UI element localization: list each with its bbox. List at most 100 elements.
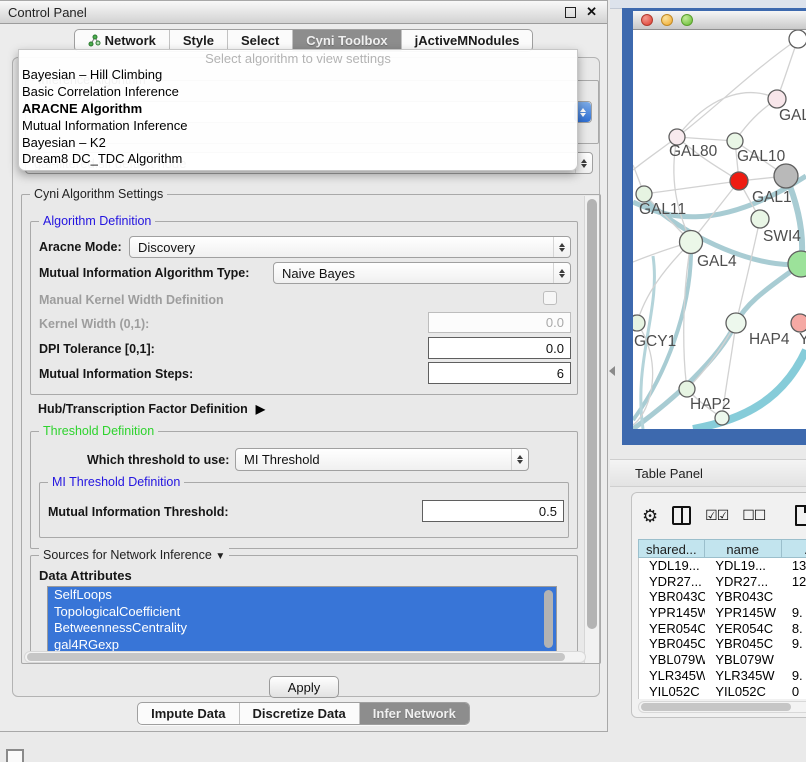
table-cell: YPR145W <box>639 605 705 621</box>
table-cell: 9. <box>782 668 806 684</box>
table-panel-titlebar: Table Panel <box>610 459 806 487</box>
unchecked-boxes-icon[interactable]: ☐☐ <box>742 507 765 524</box>
zoom-traffic-light-icon[interactable] <box>681 14 693 26</box>
mi-algorithm-type-combobox[interactable]: Naive Bayes <box>273 262 571 284</box>
table-column-header[interactable]: name <box>705 539 782 558</box>
combo-stepper-icon[interactable] <box>553 237 570 257</box>
collapse-arrow-icon[interactable]: ▼ <box>215 551 225 562</box>
table-hscrollbar[interactable] <box>638 701 806 713</box>
attribute-list-item[interactable]: TopologicalCoefficient <box>48 604 556 621</box>
apply-button-label: Apply <box>288 680 321 695</box>
checked-boxes-icon[interactable]: ☑☑ <box>705 507 728 524</box>
table-row[interactable]: YER054CYER054C8. <box>639 621 806 637</box>
algorithm-option[interactable]: Bayesian – Hill Climbing <box>19 67 577 84</box>
list-vscrollbar-thumb[interactable] <box>544 590 553 648</box>
mi-threshold-definition-title: MI Threshold Definition <box>48 475 184 489</box>
network-node[interactable] <box>715 411 729 425</box>
algorithm-option[interactable]: Bayesian – K2 <box>19 135 577 152</box>
table-cell: YBL079W <box>705 652 781 668</box>
float-window-icon[interactable] <box>565 7 576 18</box>
aracne-mode-combobox[interactable]: Discovery <box>129 236 571 258</box>
tab-infer-network[interactable]: Infer Network <box>359 703 469 724</box>
table-row[interactable]: YBR045CYBR045C9. <box>639 636 806 652</box>
settings-vscrollbar-thumb[interactable] <box>587 199 597 629</box>
network-node-gal[interactable] <box>768 90 786 108</box>
combo-stepper-icon[interactable] <box>553 263 570 283</box>
close-traffic-light-icon[interactable] <box>641 14 653 26</box>
network-node[interactable] <box>774 164 798 188</box>
tab-network[interactable]: Network <box>75 30 169 51</box>
tab-cyni-toolbox[interactable]: Cyni Toolbox <box>292 30 400 51</box>
network-node-swi4[interactable] <box>751 210 769 228</box>
table-row[interactable]: YIL052CYIL052C0 <box>639 684 806 700</box>
table-row[interactable]: YLR345WYLR345W9. <box>639 668 806 684</box>
table-panel-box: ⚙ ☑☑ ☐☐ shared...nameA YDL19...YDL19...1… <box>631 492 806 718</box>
tab-jactivemnodules[interactable]: jActiveMNodules <box>401 30 533 51</box>
which-threshold-combobox[interactable]: MI Threshold <box>235 448 529 471</box>
kernel-width-field[interactable]: 0.0 <box>428 312 571 333</box>
tab-discretize-data[interactable]: Discretize Data <box>239 703 359 724</box>
network-node-gal4[interactable] <box>680 231 703 254</box>
gear-icon[interactable]: ⚙ <box>642 507 658 525</box>
table-column-header[interactable]: shared... <box>638 539 705 558</box>
network-node-gcy1[interactable] <box>633 315 645 331</box>
table-column-header[interactable]: A <box>782 539 806 558</box>
settings-hscrollbar-thumb[interactable] <box>27 653 565 661</box>
dpi-tolerance-field[interactable]: 0.0 <box>428 337 571 359</box>
settings-hscrollbar[interactable] <box>24 651 586 663</box>
sources-group-title: Sources for Network Inference ▼ <box>39 548 229 562</box>
table-row[interactable]: YDL19...YDL19...13 <box>639 558 806 574</box>
network-node-hap2[interactable] <box>679 381 695 397</box>
expander-arrow-icon[interactable]: ▶ <box>256 402 265 416</box>
manual-kernel-width-checkbox[interactable] <box>543 291 557 305</box>
network-canvas[interactable]: GALGAL80GAL10GAL1GAL11SWI4GAL4GCY1HAP4YH… <box>633 30 806 429</box>
algorithm-option[interactable]: ARACNE Algorithm <box>19 101 577 118</box>
dpi-tolerance-value: 0.0 <box>546 341 564 356</box>
table-cell: YIL052C <box>705 684 781 700</box>
algorithm-definition-group: Algorithm Definition Aracne Mode: Discov… <box>30 221 578 395</box>
table-row[interactable]: YBR043CYBR043C <box>639 589 806 605</box>
tab-style[interactable]: Style <box>169 30 227 51</box>
network-node-gal1[interactable] <box>730 172 748 190</box>
network-node-gal10[interactable] <box>727 133 743 149</box>
node-label: HAP2 <box>690 396 731 413</box>
table-row[interactable]: YDR27...YDR27...12 <box>639 574 806 590</box>
mi-steps-label: Mutual Information Steps: <box>39 367 193 381</box>
combo-stepper-icon[interactable] <box>511 449 528 470</box>
attribute-list-item[interactable]: gal4RGexp <box>48 637 556 653</box>
columns-icon[interactable] <box>672 506 691 525</box>
table-row[interactable]: YPR145WYPR145W9. <box>639 605 806 621</box>
network-node-gal11[interactable] <box>636 186 652 202</box>
close-icon[interactable]: ✕ <box>586 7 597 17</box>
algorithm-option[interactable]: Mutual Information Inference <box>19 118 577 135</box>
aracne-mode-label: Aracne Mode: <box>39 240 122 254</box>
algorithm-popup-list: Select algorithm to view settings Bayesi… <box>18 49 578 171</box>
table-row[interactable]: YBL079WYBL079W <box>639 652 806 668</box>
hub-transcription-factor-expander[interactable]: Hub/Transcription Factor Definition ▶ <box>38 402 265 416</box>
attribute-list-item[interactable]: BetweennessCentrality <box>48 620 556 637</box>
mi-threshold-field[interactable]: 0.5 <box>422 500 564 522</box>
which-threshold-value: MI Threshold <box>244 452 320 467</box>
apply-button[interactable]: Apply <box>269 676 339 698</box>
network-node-y[interactable] <box>791 314 806 332</box>
mi-steps-field[interactable]: 6 <box>428 362 571 384</box>
table-hscrollbar-thumb[interactable] <box>641 703 791 711</box>
algorithm-option[interactable]: Basic Correlation Inference <box>19 84 577 101</box>
network-node[interactable] <box>789 30 806 48</box>
file-icon[interactable] <box>795 505 806 526</box>
attribute-list-item[interactable]: SelfLoops <box>48 587 556 604</box>
splitter-collapse-icon[interactable] <box>609 366 615 376</box>
minimize-traffic-light-icon[interactable] <box>661 14 673 26</box>
tab-impute-data[interactable]: Impute Data <box>138 703 238 724</box>
algorithm-definition-title: Algorithm Definition <box>39 214 155 228</box>
mi-algorithm-type-label: Mutual Information Algorithm Type: <box>39 266 249 280</box>
settings-vscrollbar[interactable] <box>584 196 599 663</box>
control-panel-title: Control Panel <box>0 5 87 20</box>
algorithm-option[interactable]: Dream8 DC_TDC Algorithm <box>19 151 577 168</box>
kernel-width-value: 0.0 <box>546 315 564 330</box>
minimized-panel-icon[interactable] <box>6 749 24 762</box>
network-node-hap4[interactable] <box>726 313 746 333</box>
node-label: Y <box>799 331 806 348</box>
data-attributes-list[interactable]: SelfLoopsTopologicalCoefficientBetweenne… <box>47 586 557 652</box>
tab-select[interactable]: Select <box>227 30 292 51</box>
